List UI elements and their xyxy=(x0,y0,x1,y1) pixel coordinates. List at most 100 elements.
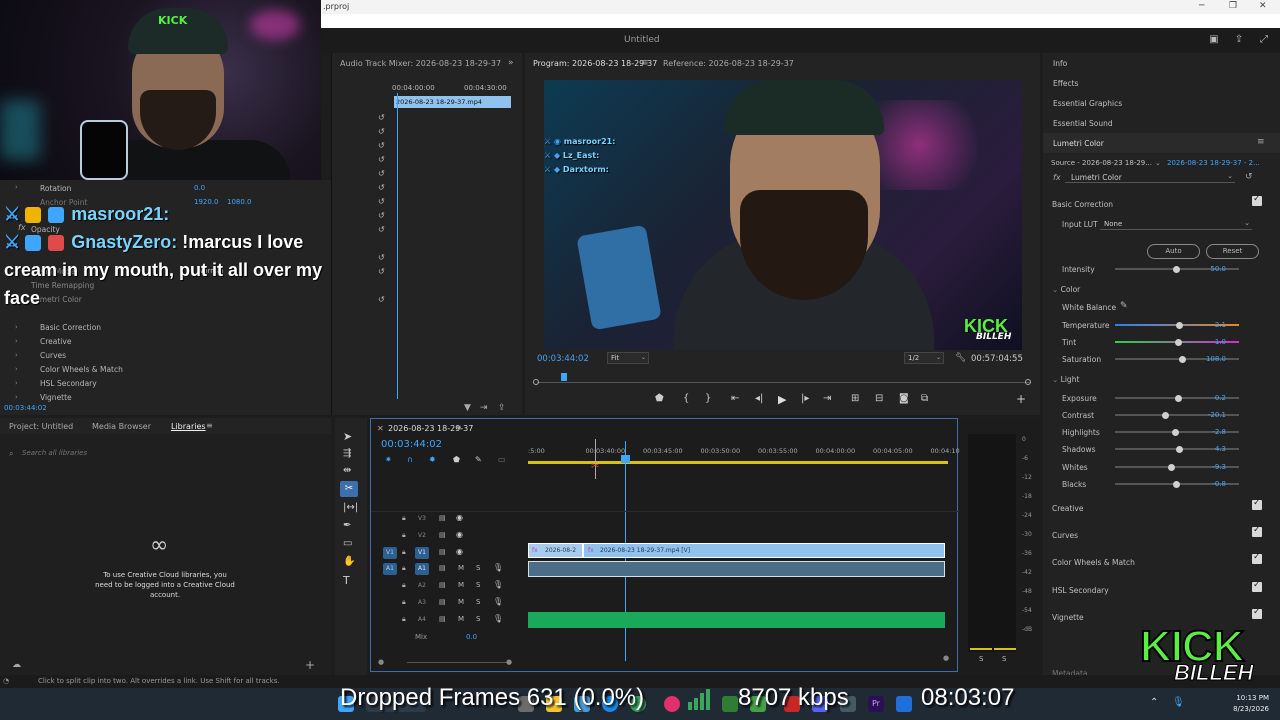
slider-knob[interactable] xyxy=(1172,480,1180,488)
lock-icon[interactable]: 🔒︎ xyxy=(402,581,406,590)
step-forward-icon[interactable]: |▸ xyxy=(801,393,809,404)
track-header-a2[interactable]: 🔒︎ A2 ▤ M S 🎙︎ xyxy=(371,580,527,595)
slider-value-exposure[interactable]: 0.2 xyxy=(1198,394,1226,402)
fx-select[interactable]: Lumetri Color ⌄ xyxy=(1065,171,1235,183)
tab-audio-mixer[interactable]: Audio Track Mixer: 2026-08-23 18-29-37 xyxy=(340,59,501,68)
maximize-button[interactable]: ❐ xyxy=(1229,1,1237,11)
fullscreen-icon[interactable]: ⤢ xyxy=(1258,34,1270,46)
lumetri-header[interactable]: Lumetri Color ≡ xyxy=(1043,133,1280,153)
slider-knob[interactable] xyxy=(1175,394,1183,402)
tab-libraries[interactable]: Libraries xyxy=(171,422,206,431)
lock-icon[interactable]: 🔒︎ xyxy=(402,548,406,557)
reset-button[interactable]: Reset xyxy=(1206,244,1259,259)
expand-curves[interactable]: › xyxy=(15,351,18,359)
source-patch[interactable]: V1 xyxy=(383,547,397,559)
track-name[interactable]: V3 xyxy=(415,513,429,525)
resolution-select[interactable]: 1/2 ⌄ xyxy=(904,352,944,364)
solo-button[interactable]: S xyxy=(476,615,480,623)
slider-value-contrast[interactable]: -20.1 xyxy=(1198,411,1226,419)
track-header-a4[interactable]: 🔒︎ A4 ▤ M S 🎙︎ xyxy=(371,614,527,629)
slider-knob[interactable] xyxy=(1167,463,1175,471)
close-button[interactable]: ✕ xyxy=(1259,1,1267,11)
cloud-icon[interactable]: ☁ xyxy=(12,660,21,670)
voiceover-mic-icon[interactable]: 🎙︎ xyxy=(493,563,503,572)
track-name[interactable]: A3 xyxy=(415,597,429,609)
pen-tool-icon[interactable]: ✒ xyxy=(343,520,351,531)
light-section-label[interactable]: ⌄ Light xyxy=(1052,375,1079,384)
video-clip[interactable]: fx 2026-08-23 18-29-37.mp4 [V] xyxy=(583,543,945,558)
audio-clip-a1[interactable] xyxy=(528,561,945,577)
effect-timecode[interactable]: 00:03:44:02 xyxy=(4,404,47,412)
program-timecode[interactable]: 00:03:44:02 xyxy=(537,354,589,364)
sync-lock-icon[interactable]: ▤ xyxy=(439,564,446,572)
expand-wheels[interactable]: › xyxy=(15,365,18,373)
lock-icon[interactable]: 🔒︎ xyxy=(402,531,406,540)
track-select-icon[interactable]: ⇶ xyxy=(343,448,351,459)
program-scrubber[interactable] xyxy=(537,382,1031,383)
track-name[interactable]: A2 xyxy=(415,580,429,592)
play-icon[interactable]: ▶ xyxy=(778,393,786,406)
mark-out-icon[interactable]: } xyxy=(705,393,711,404)
curves-checkbox[interactable] xyxy=(1252,525,1262,537)
voiceover-mic-icon[interactable]: 🎙︎ xyxy=(493,580,503,589)
hsl-row[interactable]: HSL Secondary xyxy=(40,379,97,388)
tab-reference[interactable]: Reference: 2026-08-23 18-29-37 xyxy=(663,59,794,68)
chevron-down-icon[interactable]: ⌄ xyxy=(1155,159,1161,167)
sync-lock-icon[interactable]: ▤ xyxy=(439,615,446,623)
slider-value-highlights[interactable]: -2.8 xyxy=(1198,428,1226,436)
video-clip[interactable]: fx 2026-08-2 xyxy=(528,543,583,558)
tray-date[interactable]: 8/23/2026 xyxy=(1223,705,1269,713)
input-lut-select[interactable]: None ⌄ xyxy=(1100,218,1252,230)
add-marker-icon[interactable]: ⬟ xyxy=(453,455,460,464)
color-wheels-checkbox[interactable] xyxy=(1252,552,1262,564)
quick-export-icon[interactable]: ▣ xyxy=(1208,34,1220,46)
sync-lock-icon[interactable]: ▤ xyxy=(439,581,446,589)
vertical-scroll-handle[interactable]: ● xyxy=(943,654,949,662)
rectangle-tool-icon[interactable]: ▭ xyxy=(343,538,352,549)
add-button-icon[interactable]: + xyxy=(1016,392,1026,406)
tab-media-browser[interactable]: Media Browser xyxy=(92,422,151,431)
track-header-a1[interactable]: A1 🔒︎ A1 ▤ M S 🎙︎ xyxy=(371,563,527,578)
track-name[interactable]: V2 xyxy=(415,530,429,542)
solo-left[interactable]: S xyxy=(979,655,983,663)
eye-icon[interactable]: ◉ xyxy=(456,547,463,556)
panel-menu-icon[interactable]: » xyxy=(508,58,514,68)
expand-basic[interactable]: › xyxy=(15,323,18,331)
panel-essential-graphics[interactable]: Essential Graphics xyxy=(1053,99,1122,108)
go-to-in-icon[interactable]: ⇤ xyxy=(731,393,739,404)
zoom-bar[interactable] xyxy=(407,662,509,663)
camera-icon[interactable]: ◙ xyxy=(899,393,909,404)
voiceover-mic-icon[interactable]: 🎙︎ xyxy=(493,614,503,623)
hsl-checkbox[interactable] xyxy=(1252,580,1262,592)
track-name[interactable]: A4 xyxy=(415,614,429,626)
panel-info[interactable]: Info xyxy=(1053,59,1067,68)
playhead-handle[interactable] xyxy=(621,455,630,463)
slider-value-shadows[interactable]: 4.3 xyxy=(1198,445,1226,453)
library-search-input[interactable] xyxy=(22,447,322,459)
intensity-value[interactable]: 50.0 xyxy=(1198,265,1226,273)
slider-knob[interactable] xyxy=(1178,355,1186,363)
track-header-v3[interactable]: 🔒︎ V3 ▤ ◉ xyxy=(371,513,527,528)
linked-selection-icon[interactable]: ✸ xyxy=(429,455,436,464)
timeline-timecode[interactable]: 00:03:44:02 xyxy=(381,439,442,450)
section-hsl[interactable]: HSL Secondary xyxy=(1052,586,1109,595)
close-sequence-icon[interactable]: ✕ xyxy=(377,424,384,433)
solo-button[interactable]: S xyxy=(476,564,480,572)
reset-effect-icon[interactable]: ↺ xyxy=(1245,172,1253,182)
mute-button[interactable]: M xyxy=(458,615,464,623)
sequence-menu-icon[interactable]: ≡ xyxy=(455,423,462,432)
tab-project[interactable]: Project: Untitled xyxy=(9,422,73,431)
ripple-edit-icon[interactable]: ⇹ xyxy=(343,465,351,476)
slider-value-tint[interactable]: 1.0 xyxy=(1198,338,1226,346)
vignette-checkbox[interactable] xyxy=(1252,607,1262,619)
section-vignette[interactable]: Vignette xyxy=(1052,613,1084,622)
fit-select[interactable]: Fit ⌄ xyxy=(607,352,649,364)
in-point-handle[interactable] xyxy=(533,379,539,385)
mixer-playhead[interactable] xyxy=(397,93,398,399)
lock-icon[interactable]: 🔒︎ xyxy=(402,514,406,523)
slider-value-blacks[interactable]: -0.8 xyxy=(1198,480,1226,488)
sequence-link[interactable]: 2026-08-23 18-29-37 - 2... xyxy=(1167,159,1260,167)
premiere-icon[interactable]: Pr xyxy=(868,696,884,712)
eye-icon[interactable]: ◉ xyxy=(456,513,463,522)
marker-icon[interactable]: ⬟ xyxy=(655,393,664,404)
